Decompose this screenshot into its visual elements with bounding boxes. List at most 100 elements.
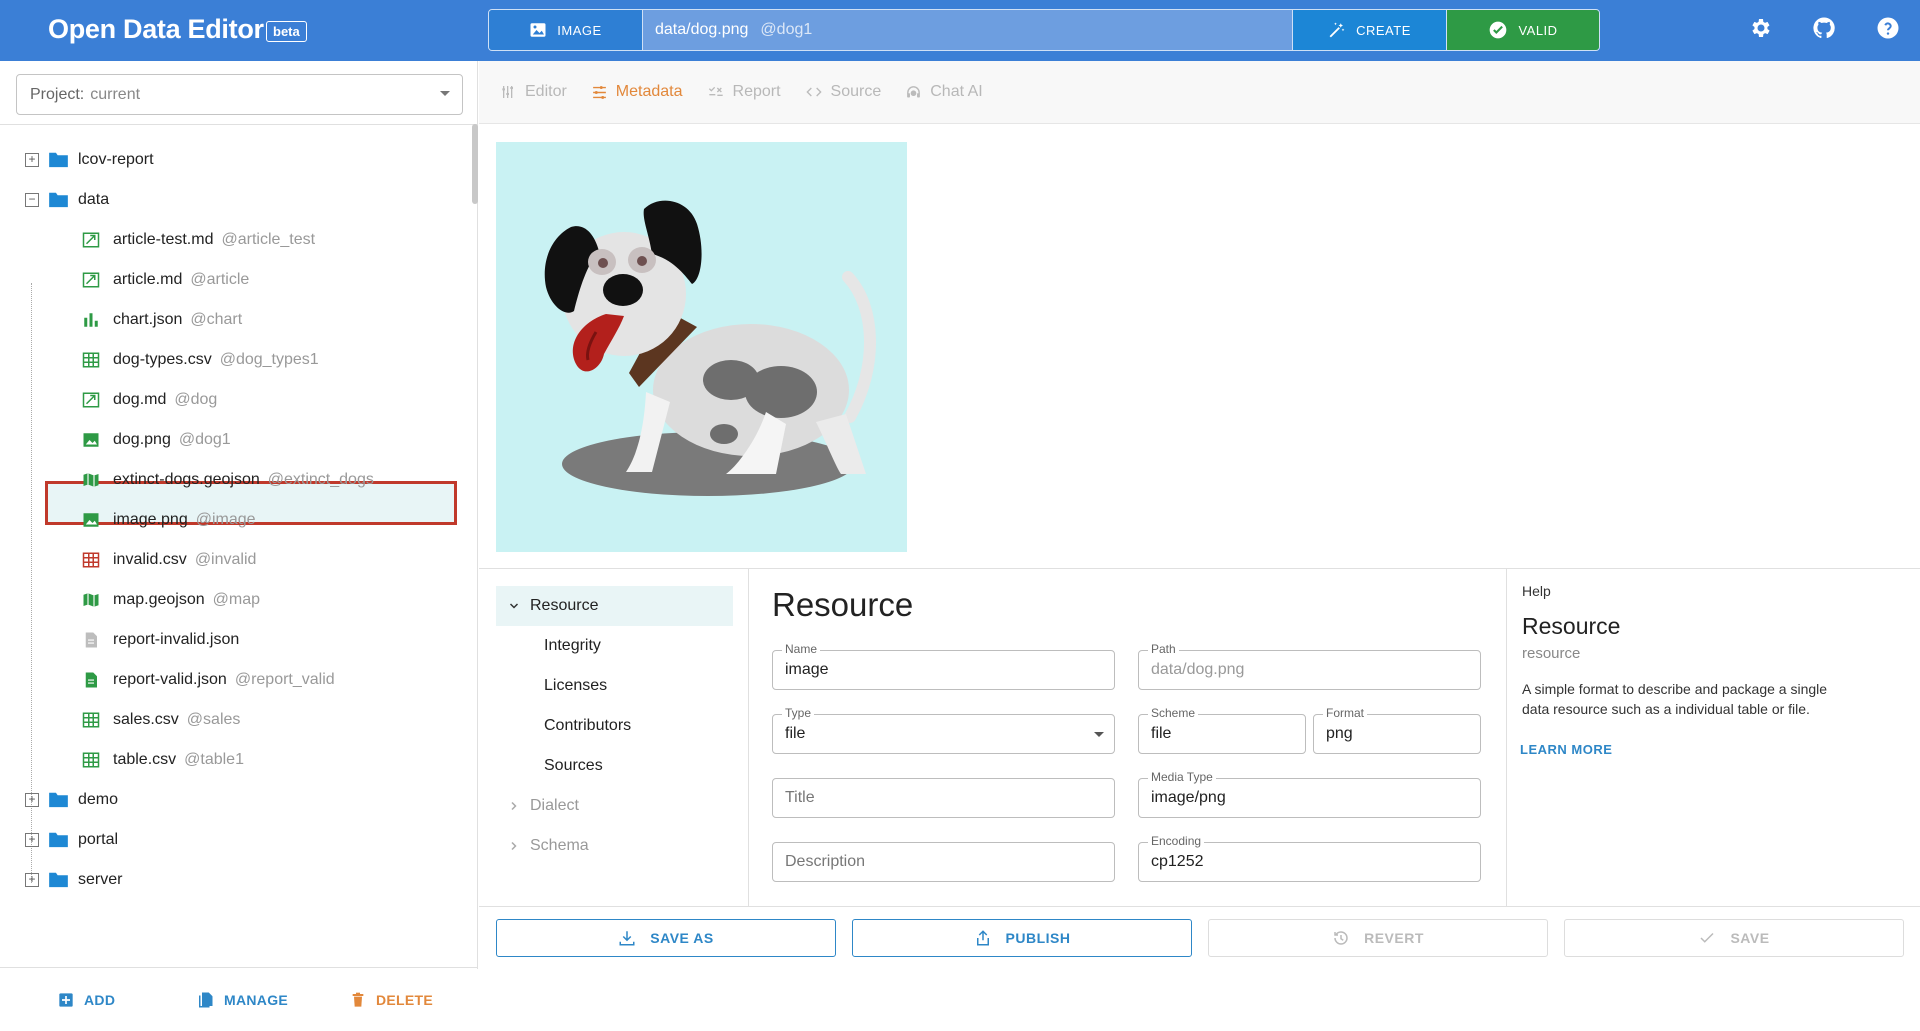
image-icon (530, 23, 546, 37)
tree-file[interactable]: dog.png @dog1 (0, 420, 460, 460)
manage-button[interactable]: MANAGE (196, 968, 288, 1031)
save-button[interactable]: SAVE (1564, 919, 1904, 957)
path-field[interactable]: Path data/dog.png (1138, 642, 1481, 690)
tree-file[interactable]: article.md @article (0, 260, 460, 300)
nav-schema[interactable]: Schema (496, 826, 733, 866)
expand-icon[interactable]: + (25, 793, 39, 807)
nav-licenses[interactable]: Licenses (496, 666, 733, 706)
tree-file[interactable]: sales.csv @sales (0, 700, 460, 740)
help-text: A simple format to describe and package … (1522, 681, 1828, 717)
project-select[interactable]: Project: current (16, 74, 463, 115)
valid-button[interactable]: VALID (1446, 10, 1599, 50)
tree-item-alias: @sales (186, 711, 241, 728)
tab-metadata-label: Metadata (615, 83, 683, 100)
image-icon (82, 511, 100, 529)
scheme-field-label: Scheme (1148, 706, 1199, 720)
help-title: Resource (1522, 613, 1621, 639)
tree-item-label: map.geojson (113, 591, 205, 608)
add-button[interactable]: ADD (58, 968, 115, 1031)
tree-item-alias: @dog1 (178, 431, 231, 448)
publish-button[interactable]: PUBLISH (852, 919, 1192, 957)
format-field-value: png (1326, 725, 1353, 742)
tree-file[interactable]: report-valid.json @report_valid (0, 660, 460, 700)
encoding-field[interactable]: Encoding cp1252 (1138, 834, 1481, 882)
tree-file[interactable]: report-invalid.json (0, 620, 460, 660)
expand-icon[interactable]: + (25, 153, 39, 167)
nav-contributors[interactable]: Contributors (496, 706, 733, 746)
tree-file[interactable]: invalid.csv @invalid (0, 540, 460, 580)
tree-folder[interactable]: + lcov-report (0, 140, 460, 180)
form-title: Resource (772, 586, 914, 623)
format-field[interactable]: Format png (1313, 706, 1481, 754)
nav-sources-label: Sources (544, 757, 603, 774)
tab-editor[interactable]: Editor (501, 83, 567, 101)
delete-button[interactable]: DELETE (350, 968, 433, 1031)
title-field[interactable]: Title (772, 778, 1115, 818)
image-preview (496, 142, 907, 552)
github-icon[interactable] (1812, 16, 1836, 40)
chevron-right-icon (511, 801, 517, 811)
tab-report[interactable]: Report (707, 83, 781, 101)
tree-file[interactable]: article-test.md @article_test (0, 220, 460, 260)
collapse-icon[interactable]: − (25, 193, 39, 207)
description-field[interactable]: Description (772, 842, 1115, 882)
type-field-value: file (785, 725, 806, 742)
expand-icon[interactable]: + (25, 873, 39, 887)
revert-button[interactable]: REVERT (1208, 919, 1548, 957)
tab-source[interactable]: Source (805, 83, 881, 101)
tree-item-label: demo (78, 791, 119, 808)
tree-file[interactable]: image.png @image (0, 500, 460, 540)
nav-resource-label: Resource (530, 597, 599, 614)
create-button[interactable]: CREATE (1292, 10, 1446, 50)
tree-file[interactable]: map.geojson @map (0, 580, 460, 620)
media-type-field[interactable]: Media Type image/png (1138, 770, 1481, 818)
divider (0, 124, 478, 125)
chevron-down-icon (1094, 732, 1104, 737)
save-as-button[interactable]: SAVE AS (496, 919, 836, 957)
scheme-field[interactable]: Scheme file (1138, 706, 1306, 754)
folder-icon (48, 871, 69, 888)
tree-file[interactable]: extinct-dogs.geojson @extinct_dogs (0, 460, 460, 500)
save-as-label: SAVE AS (650, 930, 714, 946)
tree-file[interactable]: dog-types.csv @dog_types1 (0, 340, 460, 380)
tree-folder[interactable]: − data (0, 180, 460, 220)
tab-chat-ai[interactable]: Chat AI (905, 83, 983, 101)
nav-sources[interactable]: Sources (496, 746, 733, 786)
project-value: current (90, 85, 141, 103)
nav-licenses-label: Licenses (544, 677, 608, 694)
tree-folder[interactable]: + demo (0, 780, 460, 820)
tree-item-alias: @table1 (184, 751, 244, 768)
tree-file[interactable]: table.csv @table1 (0, 740, 460, 780)
nav-resource[interactable]: Resource (496, 586, 733, 626)
image-type-label: IMAGE (557, 22, 602, 38)
tree-scrollbar[interactable] (472, 124, 478, 204)
folder-icon (48, 831, 69, 848)
nav-dialect[interactable]: Dialect (496, 786, 733, 826)
path-field[interactable]: data/dog.png @dog1 (643, 10, 1292, 50)
sidebar-footer: ADD MANAGE DELETE (0, 967, 478, 1030)
path-alias: @dog1 (760, 21, 813, 38)
rule-icon (708, 86, 723, 96)
learn-more-link[interactable]: LEARN MORE (1520, 742, 1612, 757)
nav-integrity[interactable]: Integrity (496, 626, 733, 666)
folder-icon (48, 151, 69, 168)
expand-icon[interactable]: + (25, 833, 39, 847)
gear-icon[interactable] (1748, 16, 1772, 40)
tree-file[interactable]: chart.json @chart (0, 300, 460, 340)
valid-label: VALID (1518, 22, 1558, 38)
tree-item-alias: @report_valid (234, 671, 335, 688)
tree-item-label: table.csv (113, 751, 177, 768)
image-type-button[interactable]: IMAGE (489, 10, 643, 50)
tree-item-label: chart.json (113, 311, 183, 328)
tree-folder[interactable]: + portal (0, 820, 460, 860)
tree-folder[interactable]: + server (0, 860, 460, 900)
history-icon (1334, 931, 1348, 945)
title-field-placeholder: Title (785, 789, 815, 806)
type-select[interactable]: Type file (772, 706, 1115, 754)
name-field[interactable]: Name image (772, 642, 1115, 690)
beta-badge: beta (266, 21, 307, 42)
tab-metadata[interactable]: Metadata (591, 83, 683, 101)
tree-file[interactable]: dog.md @dog (0, 380, 460, 420)
view-tabs: Editor Metadata Report Source Chat AI (479, 61, 1920, 124)
help-icon[interactable] (1876, 16, 1900, 40)
